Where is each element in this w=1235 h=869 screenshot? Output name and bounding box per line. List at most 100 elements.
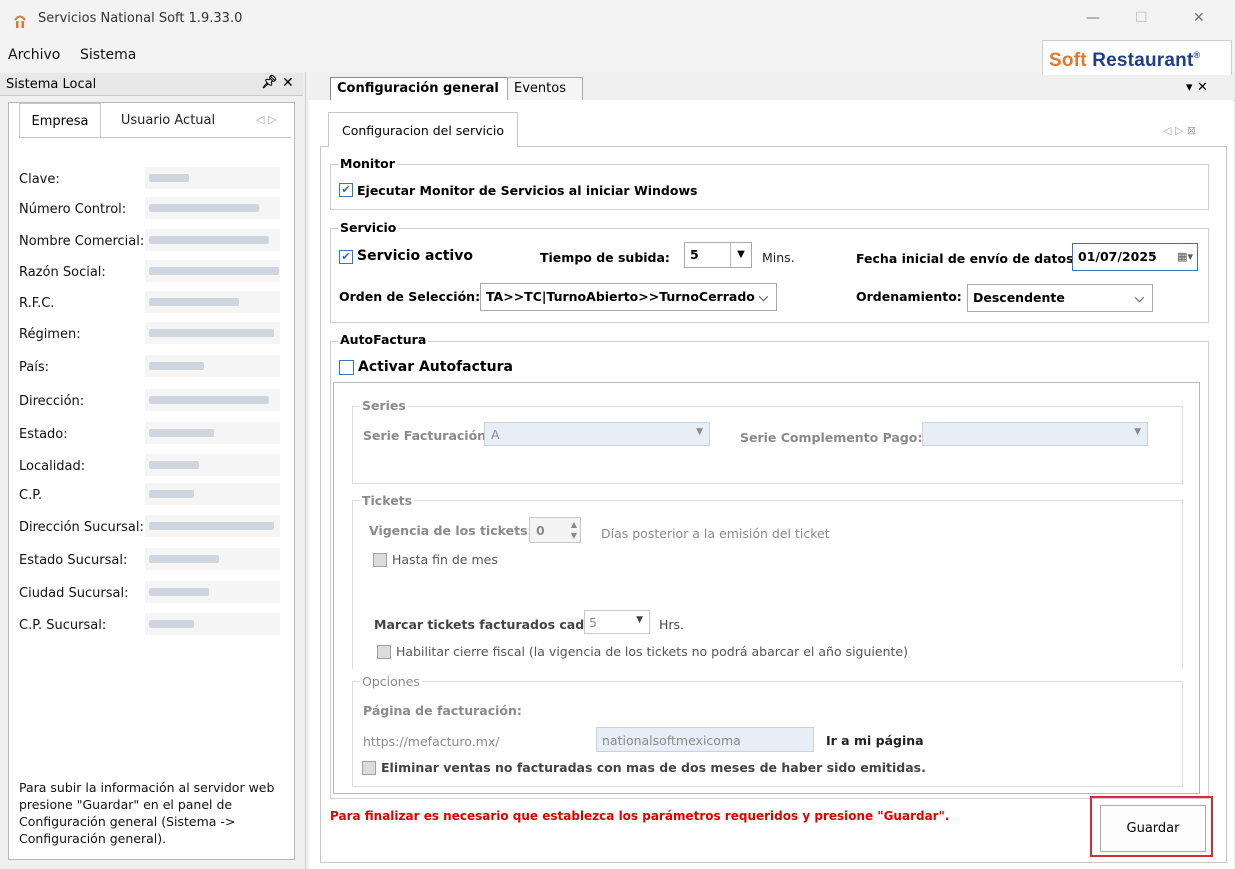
field-value-redacted bbox=[145, 483, 280, 505]
field-value-redacted bbox=[145, 260, 280, 282]
order-select[interactable]: TA>>TC|TurnoAbierto>>TurnoCerrado ⌵ bbox=[480, 283, 777, 311]
fiscal-close-label: Habilitar cierre fiscal (la vigencia de … bbox=[396, 644, 908, 659]
ticket-validity-note: Días posterior a la emisión del ticket bbox=[601, 526, 830, 541]
field-label: C.P. bbox=[19, 488, 43, 503]
close-panel-button[interactable]: ✕ bbox=[282, 75, 294, 91]
tab-empresa[interactable]: Empresa bbox=[19, 103, 101, 138]
field-label: Estado: bbox=[19, 427, 68, 442]
payment-series-select[interactable]: ▼ bbox=[922, 422, 1148, 446]
field-label: R.F.C. bbox=[19, 296, 55, 311]
window-title: Servicios National Soft 1.9.33.0 bbox=[38, 11, 243, 26]
billing-page-label: Página de facturación: bbox=[363, 703, 522, 718]
field-value-redacted bbox=[145, 322, 280, 344]
required-params-message: Para finalizar es necesario que establez… bbox=[330, 809, 950, 823]
tickets-title: Tickets bbox=[360, 493, 415, 508]
tab-controls[interactable]: ▾ ✕ bbox=[1186, 80, 1208, 95]
maximize-button[interactable]: ☐ bbox=[1135, 10, 1148, 26]
subtab-nav[interactable]: ◁ ▷ ⊠ bbox=[1163, 124, 1196, 137]
upload-time-unit: Mins. bbox=[762, 250, 795, 265]
activate-autofactura-checkbox[interactable] bbox=[339, 360, 354, 375]
soft-restaurant-logo: Soft Restaurant® bbox=[1042, 40, 1232, 76]
autofactura-title: AutoFactura bbox=[338, 332, 429, 347]
chevron-down-icon: ⌵ bbox=[1134, 291, 1144, 305]
chevron-down-icon: ▼ bbox=[636, 615, 643, 625]
start-date-label: Fecha inicial de envío de datos: bbox=[856, 251, 1079, 266]
mark-tickets-unit: Hrs. bbox=[659, 617, 685, 632]
tab-eventos[interactable]: Eventos bbox=[507, 77, 583, 100]
menu-sistema[interactable]: Sistema bbox=[80, 47, 136, 63]
field-value-redacted bbox=[145, 515, 280, 537]
upload-time-select[interactable]: 5 ▼ bbox=[684, 242, 752, 268]
field-label: País: bbox=[19, 360, 49, 375]
chevron-down-icon: ▼ bbox=[696, 427, 703, 437]
ticket-validity-stepper[interactable]: 0 ▲ ▼ bbox=[529, 517, 581, 543]
calendar-icon[interactable]: ▦▾ bbox=[1177, 244, 1193, 270]
field-value-redacted bbox=[145, 229, 280, 251]
stepper-arrows-icon[interactable]: ▲ ▼ bbox=[571, 519, 577, 541]
field-label: Razón Social: bbox=[19, 265, 106, 280]
field-value-redacted bbox=[145, 613, 280, 635]
activate-autofactura-label: Activar Autofactura bbox=[358, 359, 513, 375]
month-end-checkbox[interactable] bbox=[373, 553, 387, 567]
sort-label: Ordenamiento: bbox=[856, 289, 962, 304]
chevron-down-icon: ⌵ bbox=[758, 290, 768, 304]
tab-configuracion-servicio[interactable]: Configuracion del servicio bbox=[328, 112, 518, 147]
chevron-down-icon: ▼ bbox=[730, 243, 751, 267]
ticket-validity-label: Vigencia de los tickets: bbox=[369, 523, 533, 538]
field-label: Clave: bbox=[19, 172, 60, 187]
mark-tickets-label: Marcar tickets facturados cada: bbox=[374, 617, 598, 632]
delete-sales-label: Eliminar ventas no facturadas con mas de… bbox=[381, 760, 926, 775]
tab-configuracion-general[interactable]: Configuración general bbox=[330, 77, 511, 100]
billing-series-label: Serie Facturación: bbox=[363, 428, 492, 443]
billing-url-prefix: https://mefacturo.mx/ bbox=[363, 734, 500, 749]
app-icon bbox=[14, 15, 26, 28]
field-value-redacted bbox=[145, 167, 280, 189]
mark-tickets-select[interactable]: 5 ▼ bbox=[584, 610, 650, 634]
field-value-redacted bbox=[145, 355, 280, 377]
upload-time-label: Tiempo de subida: bbox=[540, 250, 670, 265]
go-to-page-link[interactable]: Ir a mi página bbox=[826, 733, 924, 748]
field-value-redacted bbox=[145, 197, 280, 219]
field-value-redacted bbox=[145, 548, 280, 570]
tab-usuario-actual[interactable]: Usuario Actual bbox=[108, 103, 228, 137]
pin-icon[interactable]: 📌︎ bbox=[261, 75, 278, 90]
field-label: Dirección Sucursal: bbox=[19, 520, 144, 535]
menu-archivo[interactable]: Archivo bbox=[8, 47, 60, 63]
field-label: Localidad: bbox=[19, 459, 86, 474]
field-label: Dirección: bbox=[19, 394, 85, 409]
field-label: Nombre Comercial: bbox=[19, 234, 145, 249]
monitor-title: Monitor bbox=[338, 156, 397, 171]
run-monitor-label: Ejecutar Monitor de Servicios al iniciar… bbox=[357, 183, 698, 198]
billing-series-select[interactable]: A ▼ bbox=[484, 422, 710, 446]
servicio-title: Servicio bbox=[338, 220, 399, 235]
left-panel-title: Sistema Local bbox=[6, 77, 97, 92]
tab-divider bbox=[19, 137, 291, 138]
field-value-redacted bbox=[145, 291, 280, 313]
order-label: Orden de Selección: bbox=[339, 289, 481, 304]
tab-nav-arrows[interactable]: ◁ ▷ bbox=[256, 113, 276, 126]
field-label: Régimen: bbox=[19, 327, 81, 342]
save-button[interactable]: Guardar bbox=[1100, 805, 1206, 852]
left-panel-note: Para subir la información al servidor we… bbox=[19, 780, 275, 846]
start-date-picker[interactable]: 01/07/2025 ▦▾ bbox=[1072, 243, 1198, 271]
minimize-button[interactable]: — bbox=[1086, 10, 1100, 26]
payment-series-label: Serie Complemento Pago: bbox=[740, 430, 923, 445]
service-active-checkbox[interactable]: ✔ bbox=[339, 250, 353, 264]
run-monitor-checkbox[interactable]: ✔ bbox=[339, 183, 353, 197]
field-value-redacted bbox=[145, 422, 280, 444]
delete-sales-checkbox[interactable] bbox=[362, 761, 376, 775]
sort-select[interactable]: Descendente ⌵ bbox=[967, 284, 1153, 312]
billing-url-input[interactable]: nationalsoftmexicoma bbox=[596, 727, 814, 752]
series-title: Series bbox=[360, 398, 408, 413]
field-value-redacted bbox=[145, 581, 280, 603]
field-value-redacted bbox=[145, 389, 280, 411]
field-label: Estado Sucursal: bbox=[19, 553, 128, 568]
month-end-label: Hasta fin de mes bbox=[392, 552, 498, 567]
close-window-button[interactable]: ✕ bbox=[1193, 10, 1205, 26]
service-active-label: Servicio activo bbox=[357, 248, 473, 264]
opciones-title: Opciones bbox=[360, 674, 422, 689]
chevron-down-icon: ▼ bbox=[1134, 427, 1141, 437]
field-label: Número Control: bbox=[19, 202, 127, 217]
fiscal-close-checkbox[interactable] bbox=[377, 645, 391, 659]
field-label: C.P. Sucursal: bbox=[19, 618, 107, 633]
